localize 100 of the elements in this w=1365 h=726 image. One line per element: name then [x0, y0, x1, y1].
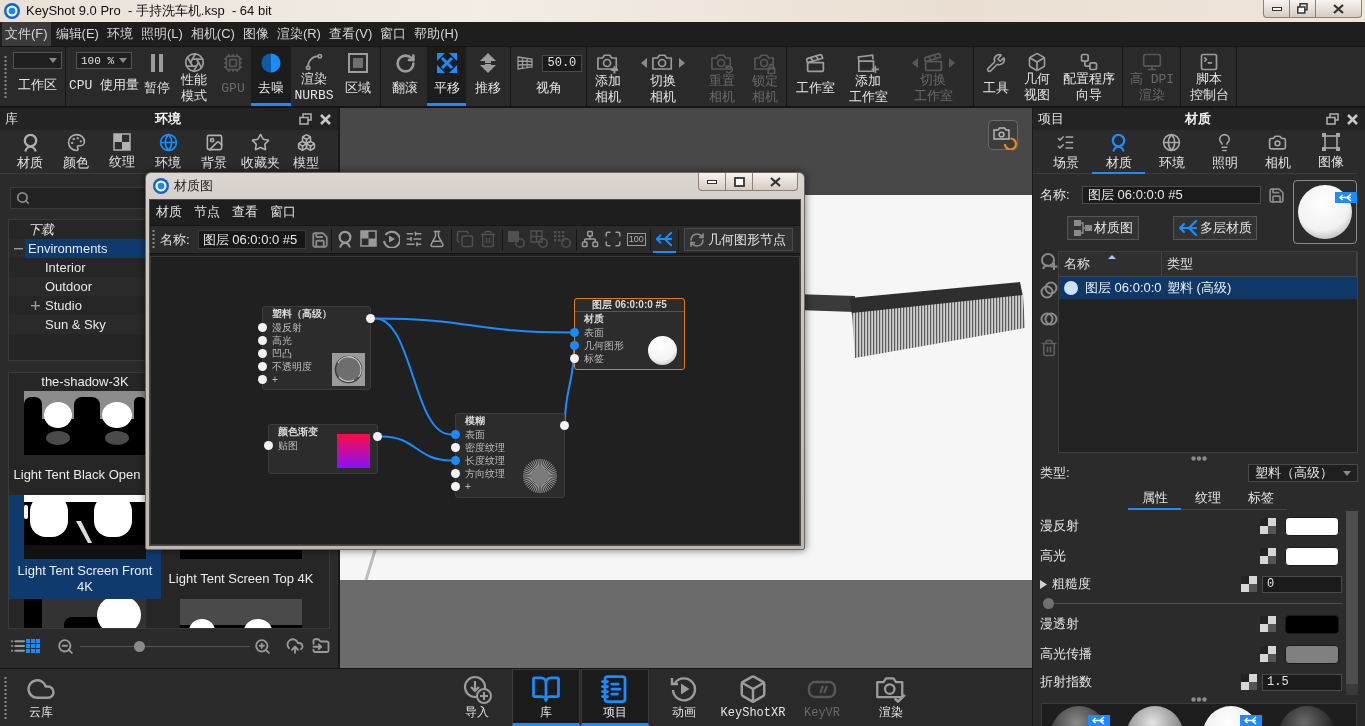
keyshotxr-button[interactable]: KeyShotXR	[719, 669, 787, 726]
list-view-icon[interactable]	[10, 638, 26, 654]
render-button[interactable]: 渲染	[857, 669, 925, 726]
folder-icon[interactable]	[312, 637, 330, 655]
menu-item[interactable]: 环境	[103, 22, 136, 46]
menu-item[interactable]: 相机(C)	[187, 22, 238, 46]
scrollbar[interactable]	[1346, 511, 1358, 695]
port-dot-icon[interactable]	[451, 482, 460, 491]
minimize-button[interactable]	[698, 173, 726, 191]
two-spheres-icon[interactable]	[1039, 281, 1058, 299]
value-field[interactable]: 0	[1262, 575, 1342, 593]
menu-item[interactable]: 文件(F)	[2, 22, 51, 46]
studio-button[interactable]: 工作室	[789, 47, 842, 106]
type-select[interactable]: 塑料（高级）	[1248, 464, 1358, 482]
save-icon[interactable]	[310, 230, 329, 249]
denoise-button[interactable]: 去噪	[251, 47, 291, 106]
project-button[interactable]: 项目	[581, 669, 649, 726]
tumble-button[interactable]: 翻滚	[383, 47, 427, 106]
checker-icon[interactable]	[1241, 576, 1257, 592]
value-field[interactable]: 1.5	[1262, 673, 1342, 691]
environment-item[interactable]: Light Tent Screen Front 4K	[9, 495, 161, 599]
grip-handle-icon[interactable]	[4, 675, 7, 720]
fov-field[interactable]: 50.0	[541, 54, 582, 72]
animation-button[interactable]: 动画	[650, 669, 718, 726]
cloud-library-button[interactable]: 云库	[11, 669, 71, 726]
name-field[interactable]: 图层 06:0:0:0 #5	[1082, 186, 1261, 204]
color-swatch-icon[interactable]	[1285, 516, 1339, 536]
project-tab[interactable]: 环境	[1145, 130, 1198, 174]
port-dot-icon[interactable]	[258, 323, 267, 332]
multi-layer-button[interactable]: 多层材质	[1173, 216, 1257, 240]
geometry-view-button[interactable]: 几何 视图	[1016, 47, 1057, 106]
library-button[interactable]: 库	[512, 669, 580, 726]
menu-item[interactable]: 窗口	[266, 203, 300, 221]
property-tab[interactable]: 标签	[1234, 488, 1287, 510]
port-dot-icon[interactable]	[373, 432, 382, 441]
menu-item[interactable]: 查看(V)	[325, 22, 376, 46]
close-button[interactable]	[752, 173, 798, 191]
name-field[interactable]: 图层 06:0:0:0 #5	[197, 230, 306, 249]
geometry-node-button[interactable]: 几何图形节点	[683, 228, 793, 251]
sphere-plus-icon[interactable]	[1039, 252, 1058, 270]
checker-icon[interactable]	[1241, 674, 1257, 690]
project-tab[interactable]: 照明	[1198, 130, 1251, 174]
cpu-usage-select[interactable]: 100 %	[76, 52, 132, 69]
checker-icon[interactable]	[1260, 518, 1276, 534]
actual-size-button[interactable]: 100	[626, 233, 646, 246]
close-button[interactable]	[1315, 0, 1362, 18]
menu-item[interactable]: 节点	[190, 203, 224, 221]
grip-handle-icon[interactable]	[152, 228, 155, 251]
minimize-button[interactable]	[1263, 0, 1290, 18]
material-graph-button[interactable]: 材质图	[1067, 216, 1139, 240]
port-dot-icon[interactable]	[258, 375, 267, 384]
port-dot-icon[interactable]	[451, 443, 460, 452]
property-tab[interactable]: 属性	[1128, 488, 1181, 510]
zoom-in-icon[interactable]	[254, 637, 271, 655]
port-dot-icon[interactable]	[264, 441, 273, 450]
performance-mode-button[interactable]: 性能 模式	[173, 47, 215, 106]
library-tab[interactable]: 材质	[7, 130, 53, 174]
grip-handle-icon[interactable]	[4, 54, 7, 99]
nurbs-button[interactable]: 渲染 NURBS	[291, 47, 337, 106]
close-icon[interactable]	[320, 113, 331, 125]
float-window-icon[interactable]	[299, 113, 312, 125]
slider-thumb[interactable]	[134, 640, 146, 652]
pan-button[interactable]: 平移	[427, 47, 466, 106]
column-header[interactable]: 名称	[1059, 252, 1162, 276]
library-tab[interactable]: 纹理	[99, 130, 145, 174]
close-icon[interactable]	[1347, 113, 1358, 125]
menu-item[interactable]: 图像	[239, 22, 272, 46]
import-button[interactable]: 导入	[443, 669, 511, 726]
region-button[interactable]: 区域	[337, 47, 379, 106]
menu-item[interactable]: 照明(L)	[137, 22, 186, 46]
property-tab[interactable]: 纹理	[1181, 488, 1234, 510]
pause-button[interactable]: 暂停	[140, 47, 173, 106]
table-row[interactable]: 图层 06:0:0:0 塑料 (高级)	[1059, 277, 1357, 299]
slider-thumb[interactable]	[1043, 597, 1054, 609]
menu-item[interactable]: 材质	[152, 203, 186, 221]
workspace-select[interactable]	[13, 52, 62, 69]
library-tab[interactable]: 颜色	[53, 130, 99, 174]
port-dot-icon[interactable]	[451, 456, 460, 465]
library-tab[interactable]: 收藏夹	[237, 130, 283, 174]
zoom-out-icon[interactable]	[57, 637, 74, 655]
port-dot-icon[interactable]	[560, 421, 569, 430]
menu-item[interactable]: 帮助(H)	[411, 22, 462, 46]
port-dot-icon[interactable]	[570, 341, 579, 350]
column-header[interactable]: 类型	[1162, 252, 1357, 276]
resize-handle-icon[interactable]	[1191, 696, 1207, 702]
port-dot-icon[interactable]	[570, 354, 579, 363]
library-tab[interactable]: 背景	[191, 130, 237, 174]
library-tab[interactable]: 模型	[283, 130, 329, 174]
color-swatch-icon[interactable]	[1285, 614, 1339, 634]
port-dot-icon[interactable]	[451, 430, 460, 439]
port-dot-icon[interactable]	[258, 362, 267, 371]
environment-item[interactable]: Light Tent Black Open	[9, 391, 161, 495]
port-dot-icon[interactable]	[570, 328, 579, 337]
checker-icon[interactable]	[1260, 616, 1276, 632]
menu-item[interactable]: 编辑(E)	[52, 22, 102, 46]
resize-handle-icon[interactable]	[1191, 455, 1207, 461]
add-studio-button[interactable]: 添加 工作室	[842, 47, 894, 106]
port-dot-icon[interactable]	[366, 314, 375, 323]
float-window-icon[interactable]	[1326, 113, 1339, 125]
expand-triangle-icon[interactable]	[1040, 579, 1047, 589]
